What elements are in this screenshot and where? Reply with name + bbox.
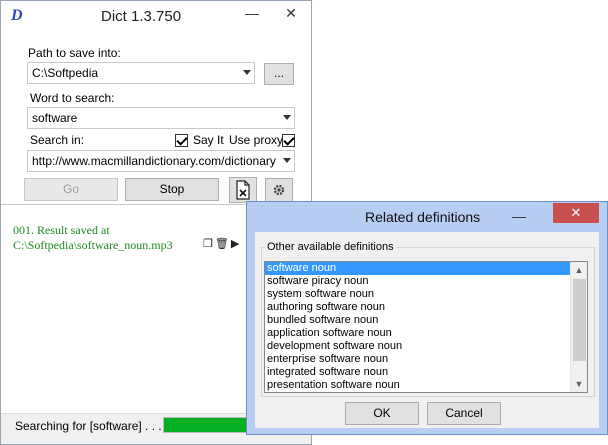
definition-item[interactable]: application software noun xyxy=(265,327,571,340)
scroll-up-icon[interactable]: ▲ xyxy=(571,262,587,278)
chevron-down-icon xyxy=(283,115,291,120)
definition-item[interactable]: integrated software noun xyxy=(265,366,571,379)
dialog-minimize-button[interactable]: — xyxy=(509,208,529,224)
log-actions: ❐🗑▶ xyxy=(203,237,241,250)
definition-item[interactable]: development software noun xyxy=(265,340,571,353)
definition-item[interactable]: system software noun xyxy=(265,288,571,301)
say-it-checkbox[interactable] xyxy=(175,134,188,147)
progress-fill xyxy=(164,418,246,432)
dialog-body: Other available definitions software nou… xyxy=(255,232,599,428)
go-button[interactable]: Go xyxy=(24,178,118,201)
related-definitions-dialog: Related definitions — ✕ Other available … xyxy=(246,201,608,435)
path-combo[interactable]: C:\Softpedia xyxy=(27,62,255,84)
document-export-icon xyxy=(236,180,250,200)
definition-item[interactable]: software noun xyxy=(265,262,571,275)
cancel-button[interactable]: Cancel xyxy=(427,402,501,425)
dialog-close-button[interactable]: ✕ xyxy=(553,203,599,223)
chevron-down-icon xyxy=(243,70,251,75)
path-value: C:\Softpedia xyxy=(32,66,99,80)
main-title-bar[interactable]: D Dict 1.3.750 — ✕ xyxy=(1,1,311,31)
export-file-button[interactable] xyxy=(229,177,257,203)
log-output: 001. Result saved at C:\Softpedia\softwa… xyxy=(13,223,173,253)
use-proxy-label: Use proxy xyxy=(229,133,284,147)
close-button[interactable]: ✕ xyxy=(273,1,309,27)
definitions-listbox[interactable]: software noun software piracy noun system … xyxy=(264,261,588,393)
app-logo-icon: D xyxy=(11,7,23,24)
search-in-label: Search in: xyxy=(30,133,85,147)
scroll-down-icon[interactable]: ▼ xyxy=(571,376,587,392)
word-combo[interactable]: software xyxy=(27,107,295,129)
say-it-label: Say It xyxy=(193,133,224,147)
dialog-title-bar[interactable]: Related definitions — ✕ xyxy=(247,202,607,232)
definitions-list: software noun software piracy noun system … xyxy=(265,262,587,392)
progress-bar xyxy=(163,417,247,433)
dialog-title: Related definitions xyxy=(365,209,481,225)
scroll-thumb[interactable] xyxy=(573,279,586,361)
browse-button[interactable]: ... xyxy=(264,63,294,85)
settings-button[interactable] xyxy=(265,178,293,202)
minimize-button[interactable]: — xyxy=(237,1,267,27)
source-combo[interactable]: http://www.macmillandictionary.com/dicti… xyxy=(27,150,295,172)
word-value: software xyxy=(32,111,78,125)
definition-item[interactable]: enterprise software noun xyxy=(265,353,571,366)
group-label: Other available definitions xyxy=(265,241,396,253)
copy-icon[interactable]: ❐ xyxy=(203,238,215,250)
window-title: Dict 1.3.750 xyxy=(101,8,182,25)
delete-icon[interactable]: 🗑 xyxy=(215,238,231,250)
log-line: C:\Softpedia\software_noun.mp3 xyxy=(13,238,173,252)
source-url-value: http://www.macmillandictionary.com/dicti… xyxy=(32,154,276,168)
definition-item[interactable]: presentation software noun xyxy=(265,379,571,392)
use-proxy-checkbox[interactable] xyxy=(282,134,295,147)
status-text: Searching for [software] . . . xyxy=(15,419,162,433)
vertical-scrollbar[interactable]: ▲ ▼ xyxy=(570,262,587,392)
definition-item[interactable]: bundled software noun xyxy=(265,314,571,327)
ok-button[interactable]: OK xyxy=(345,402,419,425)
log-line: 001. Result saved at xyxy=(13,223,110,237)
path-label: Path to save into: xyxy=(28,46,121,60)
gear-icon xyxy=(273,184,285,196)
chevron-down-icon xyxy=(283,158,291,163)
definition-item[interactable]: authoring software noun xyxy=(265,301,571,314)
play-icon[interactable]: ▶ xyxy=(231,238,241,250)
stop-button[interactable]: Stop xyxy=(125,178,219,201)
word-label: Word to search: xyxy=(30,91,115,105)
definition-item[interactable]: software piracy noun xyxy=(265,275,571,288)
